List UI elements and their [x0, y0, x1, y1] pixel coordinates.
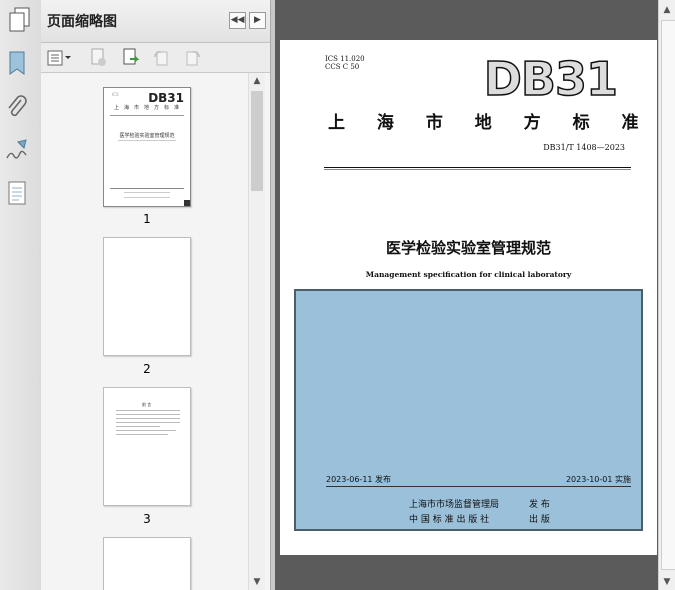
scroll-up-icon[interactable]: ▲	[659, 2, 675, 18]
implement-date: 2023-10-01 实施	[565, 475, 631, 484]
issuer-action: 发 布	[529, 500, 550, 510]
ics-code: ICS 11.020	[325, 55, 365, 63]
document-page: ICS 11.020 CCS C 50 DB31 上 海 市 地 方 标 准 D…	[280, 40, 657, 555]
standard-number: DB31/T 1408—2023	[543, 143, 625, 152]
document-viewport: ICS 11.020 CCS C 50 DB31 上 海 市 地 方 标 准 D…	[275, 0, 658, 590]
delete-page-icon[interactable]	[89, 48, 109, 68]
scroll-down-icon[interactable]: ▼	[659, 574, 675, 590]
thumbnail-toolbar	[41, 43, 270, 73]
scroll-down-icon[interactable]: ▼	[249, 574, 265, 590]
rotate-right-icon[interactable]	[183, 48, 203, 68]
page-thumbnail-3[interactable]: 前 言	[103, 387, 191, 506]
footer-rule	[326, 486, 631, 487]
header-rule	[324, 167, 631, 168]
ccs-code: CCS C 50	[325, 63, 360, 71]
page-thumbnail-4[interactable]	[103, 537, 191, 590]
right-arrow-icon: ▶	[254, 15, 261, 25]
thumbnail-label-2: 2	[143, 362, 151, 376]
page-thumbnail-1[interactable]: ICS DB31 上海市地方标准 医学检验实验室管理规范	[103, 87, 191, 207]
rotate-left-icon[interactable]	[151, 48, 171, 68]
thumbnail-list: ICS DB31 上海市地方标准 医学检验实验室管理规范 1 2 前 言 3	[41, 73, 265, 590]
pages-icon[interactable]	[7, 6, 33, 32]
panel-title: 页面缩略图	[47, 14, 117, 30]
publisher-action: 出 版	[529, 515, 550, 525]
publisher-name: 中 国 标 准 出 版 社	[409, 515, 490, 525]
header-rule-2	[324, 169, 631, 170]
db-code-logo: DB31	[483, 51, 619, 107]
signature-icon[interactable]	[4, 138, 30, 164]
title-english: Management specification for clinical la…	[365, 270, 572, 279]
insert-page-icon[interactable]	[121, 48, 141, 68]
org-title: 上 海 市 地 方 标 准	[328, 113, 652, 133]
thumbnail-label-1: 1	[143, 212, 151, 226]
next-panel-button[interactable]: ▶	[249, 12, 266, 29]
panel-header: 页面缩略图 ◀◀ ▶	[41, 0, 270, 43]
document-scrollbar[interactable]: ▲ ▼	[658, 0, 675, 590]
scroll-up-icon[interactable]: ▲	[249, 73, 265, 89]
document-scrollbar-thumb[interactable]	[661, 20, 675, 570]
bookmark-icon[interactable]	[4, 50, 30, 76]
cover-color-block: 2023-06-11 发布 2023-10-01 实施 上海市市场监督管理局 发…	[294, 289, 643, 531]
thumbnail-scrollbar[interactable]: ▲ ▼	[248, 73, 265, 590]
page-thumbnails-panel: 页面缩略图 ◀◀ ▶ ICS DB31 上海市地方标准 医学检验实验室管理规范 …	[41, 0, 270, 590]
attachment-icon[interactable]	[4, 94, 30, 120]
scrollbar-thumb[interactable]	[251, 91, 263, 191]
thumbnail-label-3: 3	[143, 512, 151, 526]
page-thumbnail-2[interactable]	[103, 237, 191, 356]
options-menu-icon[interactable]	[47, 48, 73, 68]
double-left-arrow-icon: ◀◀	[230, 15, 245, 25]
collapse-panel-button[interactable]: ◀◀	[229, 12, 246, 29]
title-chinese: 医学检验实验室管理规范	[385, 239, 551, 257]
publish-date: 2023-06-11 发布	[326, 475, 392, 484]
document-properties-icon[interactable]	[4, 180, 30, 206]
navigation-icon-strip	[0, 0, 42, 590]
issuer-name: 上海市市场监督管理局	[409, 500, 500, 510]
